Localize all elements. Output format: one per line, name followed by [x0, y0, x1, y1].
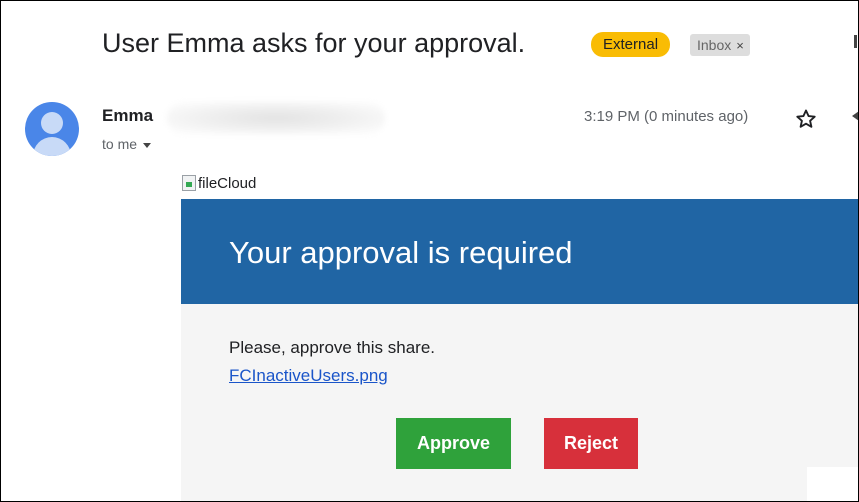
- email-view: User Emma asks for your approval. Extern…: [0, 0, 859, 502]
- recipients-toggle[interactable]: to me: [102, 136, 152, 152]
- avatar-head: [41, 112, 63, 134]
- recipient-text: to me: [102, 136, 138, 152]
- external-label: External: [591, 32, 671, 57]
- panel-corner: [807, 467, 858, 501]
- reject-button[interactable]: Reject: [544, 418, 638, 469]
- inbox-label-text: Inbox: [697, 37, 732, 53]
- remove-label-icon[interactable]: ×: [736, 38, 744, 53]
- print-icon[interactable]: [854, 35, 857, 48]
- avatar-body: [33, 137, 71, 156]
- approval-banner: Your approval is required: [181, 199, 858, 304]
- logo-broken-image: fileCloud: [182, 173, 256, 193]
- sender-email-redacted: [167, 102, 385, 134]
- sender-avatar[interactable]: [25, 102, 79, 156]
- shared-file-link[interactable]: FCInactiveUsers.png: [229, 366, 388, 386]
- email-timestamp: 3:19 PM (0 minutes ago): [584, 108, 749, 125]
- reply-icon[interactable]: [850, 107, 859, 125]
- approve-button[interactable]: Approve: [396, 418, 511, 469]
- inbox-label: Inbox ×: [690, 34, 750, 56]
- broken-image-icon: [182, 175, 196, 191]
- sender-name[interactable]: Emma: [102, 106, 153, 126]
- approval-message: Please, approve this share.: [229, 338, 436, 357]
- chevron-down-icon[interactable]: [143, 142, 152, 148]
- approval-content: Please, approve this share. FCInactiveUs…: [181, 304, 858, 501]
- banner-title: Your approval is required: [229, 235, 573, 270]
- logo-alt-text: fileCloud: [198, 174, 257, 192]
- email-subject: User Emma asks for your approval.: [102, 28, 526, 58]
- star-icon[interactable]: [794, 107, 818, 131]
